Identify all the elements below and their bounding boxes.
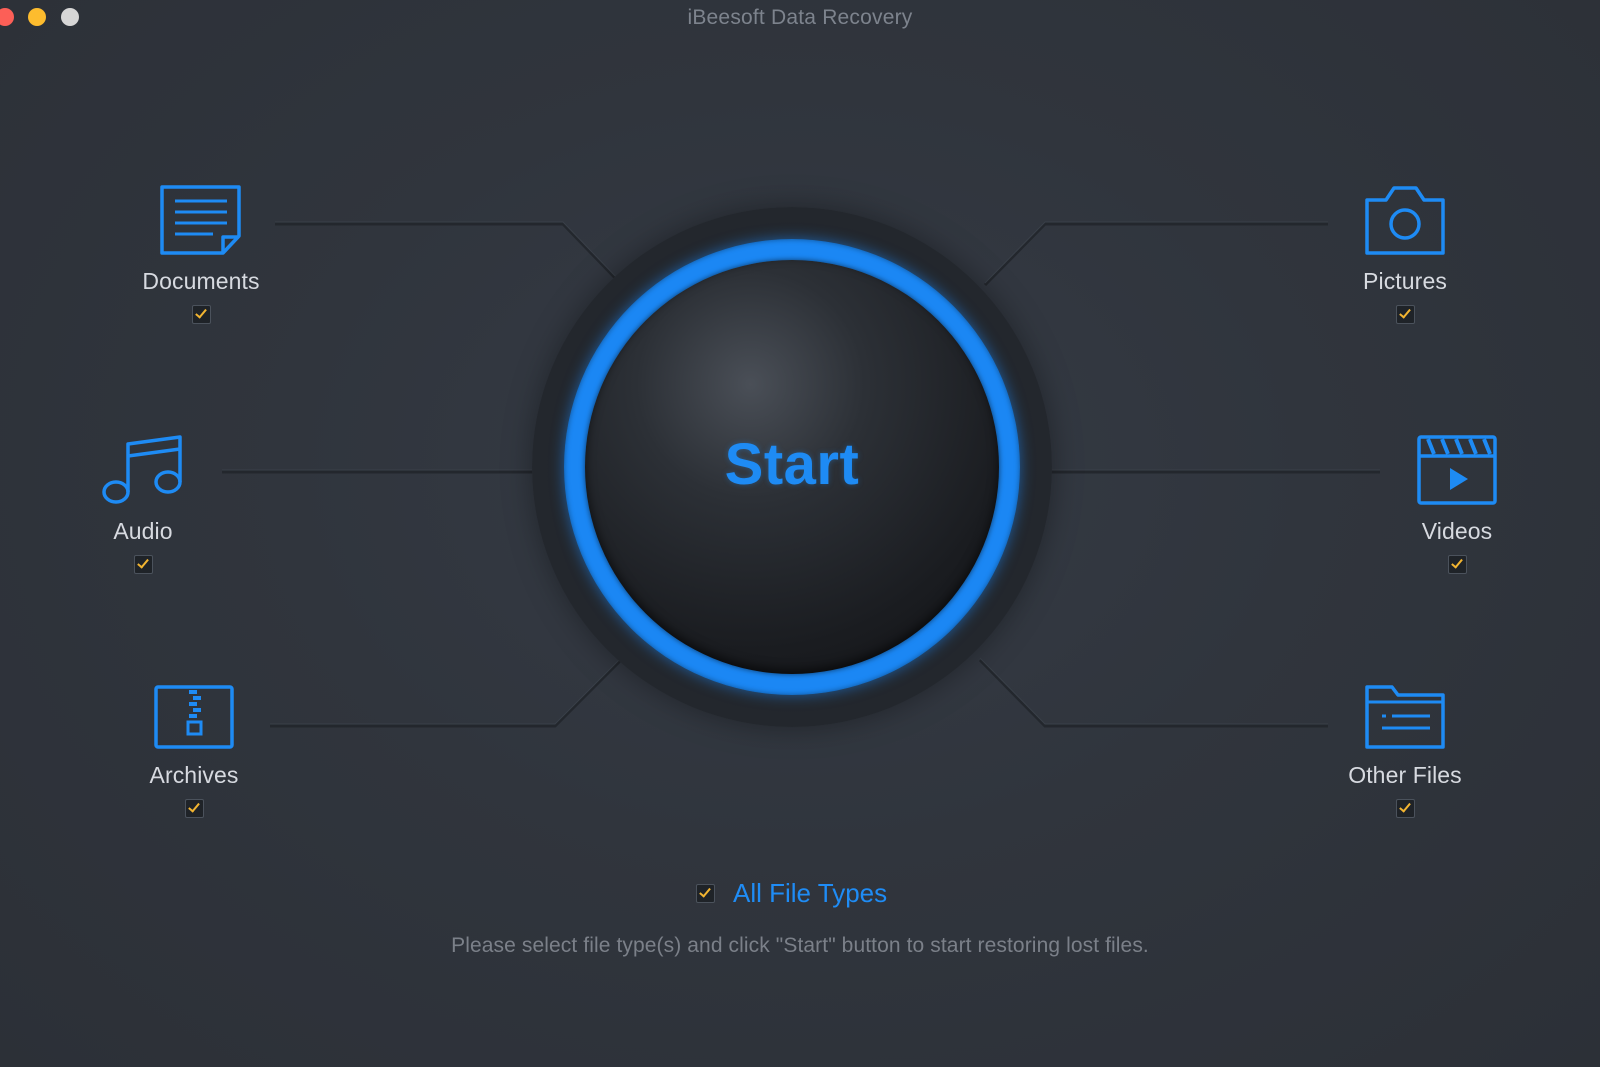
other-files-checkbox[interactable] (1395, 799, 1415, 818)
filetype-archives-label: Archives (149, 762, 239, 788)
audio-checkbox[interactable] (133, 555, 153, 574)
all-file-types-label[interactable]: All File Types (733, 878, 887, 909)
document-icon (160, 185, 241, 255)
filetype-videos-label: Videos (1421, 518, 1493, 544)
all-file-types-option[interactable]: All File Types (696, 878, 887, 909)
filetype-archives[interactable]: Archives (99, 684, 289, 823)
filetype-audio[interactable]: Audio (48, 434, 238, 579)
music-note-icon (102, 435, 182, 504)
videos-checkbox[interactable] (1447, 555, 1467, 574)
filetype-audio-label: Audio (113, 518, 173, 544)
filetype-documents[interactable]: Documents (106, 184, 296, 329)
filetype-documents-label: Documents (142, 268, 260, 294)
connector-documents (275, 222, 622, 285)
app-window: iBeesoft Data Recovery Documents Audio A… (0, 0, 1600, 1067)
filetype-pictures-label: Pictures (1363, 268, 1447, 294)
pictures-checkbox[interactable] (1395, 305, 1415, 324)
filetype-pictures[interactable]: Pictures (1310, 184, 1500, 329)
connector-other-files (978, 658, 1328, 728)
video-clapper-icon (1417, 435, 1497, 505)
filetype-videos[interactable]: Videos (1362, 434, 1552, 579)
archive-zip-icon (154, 685, 234, 749)
documents-checkbox[interactable] (191, 305, 211, 324)
connector-pictures (983, 222, 1328, 287)
start-button-label: Start (724, 431, 860, 497)
filetype-other-files[interactable]: Other Files (1310, 684, 1500, 823)
all-file-types-checkbox[interactable] (696, 884, 715, 903)
folder-icon (1365, 685, 1445, 749)
archives-checkbox[interactable] (184, 799, 204, 818)
camera-icon (1365, 186, 1445, 255)
instruction-text: Please select file type(s) and click "St… (451, 934, 1149, 957)
connector-archives (270, 659, 622, 728)
start-button[interactable]: Start (585, 260, 999, 674)
filetype-other-files-label: Other Files (1348, 762, 1462, 788)
